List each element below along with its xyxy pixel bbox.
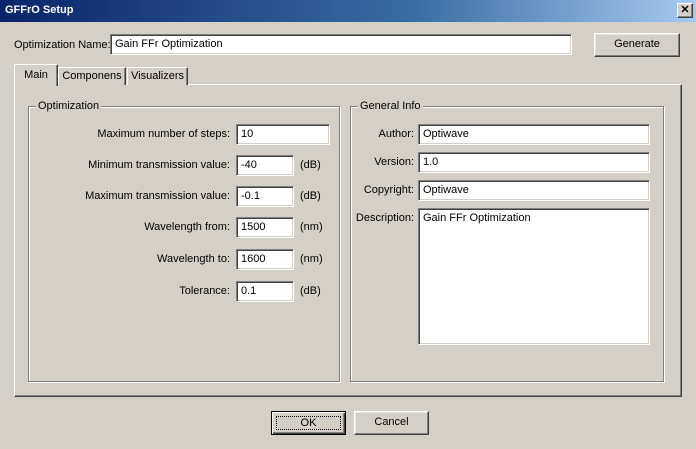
close-button[interactable]: ✕ [677, 3, 693, 18]
optimization-group-title: Optimization [36, 99, 102, 113]
max-transmission-input[interactable]: -0.1 [236, 186, 294, 207]
optimization-group: Optimization [28, 99, 340, 382]
tolerance-unit: (dB) [300, 285, 321, 297]
tolerance-label: Tolerance: [179, 285, 230, 297]
max-transmission-label: Maximum transmission value: [85, 190, 230, 202]
wavelength-from-unit: (nm) [300, 221, 323, 233]
optimization-name-label: Optimization Name: [14, 39, 111, 51]
generate-button[interactable]: Generate [594, 33, 680, 57]
general-info-group-title: General Info [358, 99, 423, 113]
optimization-name-input[interactable]: Gain FFr Optimization [110, 34, 572, 55]
copyright-input[interactable]: Optiwave [418, 180, 650, 201]
tab-visualizers[interactable]: Visualizers [127, 67, 188, 85]
wavelength-from-label: Wavelength from: [144, 221, 230, 233]
wavelength-to-label: Wavelength to: [157, 253, 230, 265]
tab-components[interactable]: Componens [58, 67, 126, 85]
cancel-button[interactable]: Cancel [354, 411, 429, 435]
copyright-label: Copyright: [363, 184, 414, 196]
wavelength-from-input[interactable]: 1500 [236, 217, 294, 238]
close-icon: ✕ [680, 4, 690, 16]
description-textarea[interactable]: Gain FFr Optimization [418, 208, 650, 345]
title-bar[interactable]: GFFrO Setup ✕ [0, 0, 696, 22]
min-transmission-unit: (dB) [300, 159, 321, 171]
author-input[interactable]: Optiwave [418, 124, 650, 145]
version-input[interactable]: 1.0 [418, 152, 650, 173]
max-transmission-unit: (dB) [300, 190, 321, 202]
max-steps-input[interactable]: 10 [236, 124, 330, 145]
min-transmission-label: Minimum transmission value: [88, 159, 230, 171]
wavelength-to-unit: (nm) [300, 253, 323, 265]
wavelength-to-input[interactable]: 1600 [236, 249, 294, 270]
setup-dialog: GFFrO Setup ✕ Optimization Name: Gain FF… [0, 0, 696, 449]
tolerance-input[interactable]: 0.1 [236, 281, 294, 302]
ok-button[interactable]: OK [271, 411, 346, 435]
author-label: Author: [378, 128, 414, 140]
tab-main[interactable]: Main [14, 64, 58, 86]
min-transmission-input[interactable]: -40 [236, 155, 294, 176]
version-label: Version: [374, 156, 414, 168]
ok-button-focus: OK [276, 416, 341, 430]
description-label: Description: [355, 212, 414, 224]
max-steps-label: Maximum number of steps: [97, 128, 230, 140]
window-title: GFFrO Setup [5, 4, 74, 16]
